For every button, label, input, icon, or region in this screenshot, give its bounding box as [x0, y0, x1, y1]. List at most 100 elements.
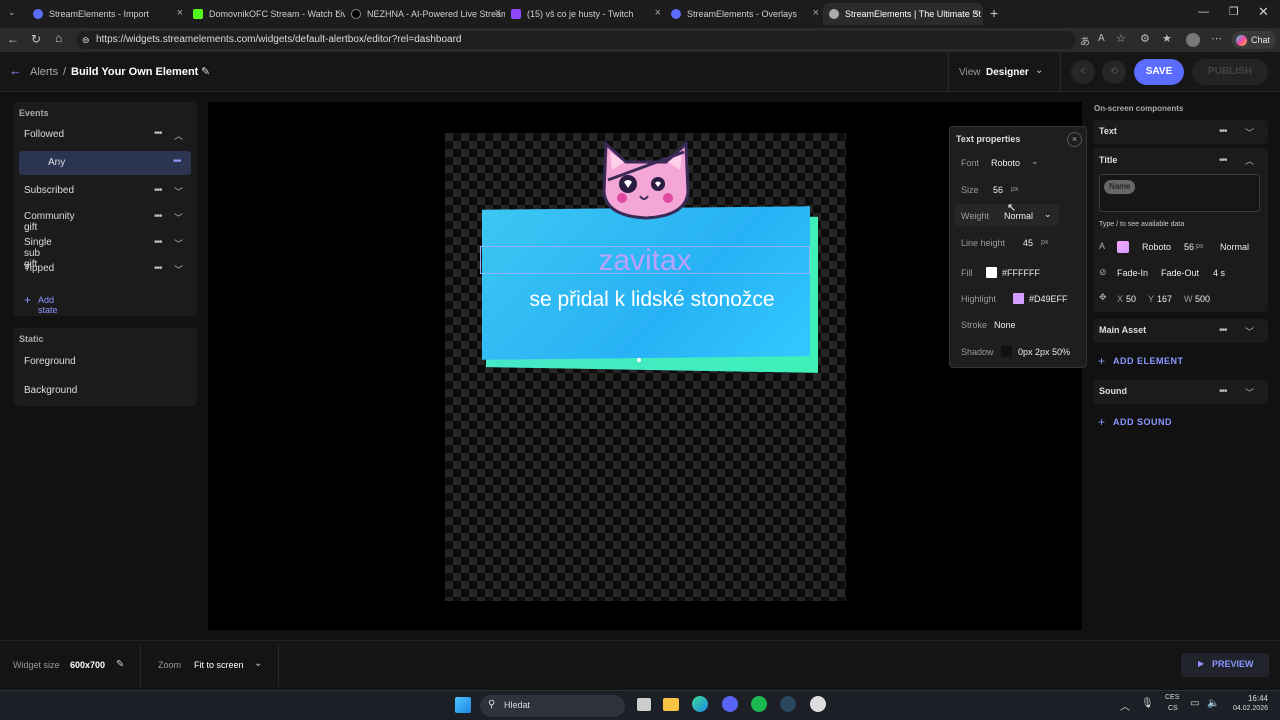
browser-tab-active[interactable]: StreamElements | The Ultimate St ×	[823, 3, 983, 25]
chevron-down-icon[interactable]: ﹀	[174, 263, 183, 276]
taskbar-search[interactable]: ⚲ Hledat	[480, 695, 625, 717]
title-text-selection[interactable]: zavitax	[480, 244, 810, 277]
network-icon[interactable]: ▭	[1190, 698, 1199, 709]
more-icon[interactable]: •••	[154, 211, 162, 222]
translate-icon[interactable]: あ	[1080, 33, 1090, 48]
more-icon[interactable]: •••	[154, 237, 162, 248]
name-variable-chip[interactable]: Name	[1104, 180, 1136, 194]
edit-pencil-icon[interactable]: ✎	[201, 65, 210, 78]
x-input[interactable]: 50	[1126, 294, 1136, 304]
chevron-down-icon[interactable]: ⌄	[1044, 209, 1052, 220]
favorite-icon[interactable]: ☆	[1116, 32, 1126, 45]
plus-icon[interactable]: +	[1098, 354, 1105, 368]
minimize-icon[interactable]: —	[1198, 6, 1209, 18]
microphone-icon[interactable]: 🎙	[1141, 698, 1154, 709]
keyboard-layout[interactable]: CS	[1168, 705, 1178, 712]
chevron-down-icon[interactable]: ﹀	[1245, 386, 1254, 399]
windows-start-icon[interactable]	[455, 697, 471, 713]
new-tab-icon[interactable]: +	[990, 5, 998, 21]
event-subscribed[interactable]: Subscribed	[24, 185, 74, 196]
more-icon[interactable]: •••	[154, 128, 162, 139]
maximize-icon[interactable]: ❐	[1229, 5, 1239, 18]
more-icon[interactable]: •••	[1219, 126, 1227, 137]
browser-tab[interactable]: StreamElements - Overlays ×	[665, 3, 823, 25]
extensions-icon[interactable]: ⚙	[1140, 32, 1150, 45]
edit-pencil-icon[interactable]: ✎	[116, 659, 124, 670]
anchor-handle[interactable]	[637, 358, 641, 362]
more-icon[interactable]: •••	[1219, 386, 1227, 397]
chevron-down-icon[interactable]: ﹀	[1245, 325, 1254, 338]
more-icon[interactable]: •••	[154, 185, 162, 196]
chevron-down-icon[interactable]: ﹀	[174, 211, 183, 224]
fade-in-select[interactable]: Fade-In	[1117, 268, 1148, 278]
state-any[interactable]: Any	[48, 157, 65, 168]
close-icon[interactable]: ×	[177, 7, 183, 19]
more-icon[interactable]: •••	[173, 156, 181, 167]
fill-value[interactable]: #FFFFFF	[1002, 268, 1040, 278]
alert-username-text[interactable]: zavitax	[598, 244, 691, 277]
chevron-up-icon[interactable]: ︿	[1245, 154, 1254, 167]
chevron-down-icon[interactable]: ﹀	[174, 237, 183, 250]
spotify-icon[interactable]	[751, 696, 767, 712]
favorites-bar-icon[interactable]: ★	[1162, 32, 1172, 45]
clock-date[interactable]: 04.02.2026	[1216, 705, 1268, 712]
shadow-value[interactable]: 0px 2px 50%	[1018, 347, 1070, 357]
publish-button[interactable]: PUBLISH	[1192, 59, 1268, 85]
close-icon[interactable]: ×	[655, 7, 661, 19]
main-asset-row[interactable]: Main Asset ••• ﹀	[1093, 319, 1268, 343]
add-state-link[interactable]: Add state	[38, 295, 58, 315]
close-icon[interactable]: ×	[495, 7, 501, 19]
shadow-swatch[interactable]	[1001, 346, 1012, 357]
clock-time[interactable]: 16:44	[1220, 694, 1268, 703]
tray-expand-icon[interactable]: ︿	[1120, 698, 1130, 713]
zoom-select[interactable]: Fit to screen	[194, 660, 244, 670]
close-popup-button[interactable]: ×	[1067, 132, 1082, 147]
preview-button[interactable]: ▶ PREVIEW	[1181, 653, 1269, 677]
highlight-swatch[interactable]	[1013, 293, 1024, 304]
reader-icon[interactable]: A	[1098, 33, 1105, 44]
close-icon[interactable]: ×	[973, 7, 979, 19]
chevron-down-icon[interactable]: ⌄	[254, 658, 262, 669]
chevron-down-icon[interactable]: ﹀	[174, 185, 183, 198]
site-info-icon[interactable]: ⊜	[82, 31, 90, 49]
plus-icon[interactable]: +	[24, 293, 31, 307]
chevron-up-icon[interactable]: ︿	[174, 129, 183, 142]
event-tipped[interactable]: Tipped	[24, 263, 54, 274]
fill-swatch[interactable]	[986, 267, 997, 278]
save-button[interactable]: SAVE	[1134, 59, 1184, 85]
title-text-input[interactable]: Name	[1099, 174, 1260, 212]
alert-card[interactable]	[482, 206, 810, 360]
chevron-down-icon[interactable]: ⌄	[1035, 65, 1043, 76]
highlight-value[interactable]: #D49EFF	[1029, 294, 1068, 304]
more-icon[interactable]: •••	[1219, 155, 1227, 166]
reload-icon[interactable]: ↻	[31, 32, 41, 46]
back-arrow-icon[interactable]: ←	[9, 63, 22, 78]
discord-icon[interactable]	[722, 696, 738, 712]
edge-icon[interactable]	[692, 696, 708, 712]
close-icon[interactable]: ×	[813, 7, 819, 19]
history-button[interactable]: ⟲	[1102, 60, 1126, 84]
stroke-value[interactable]: None	[994, 320, 1016, 330]
back-icon[interactable]: ←	[7, 32, 19, 46]
view-select[interactable]: Designer	[986, 67, 1029, 78]
tab-list-chevron-icon[interactable]: ⌄	[8, 7, 16, 18]
color-swatch[interactable]	[1117, 241, 1129, 253]
weight-summary[interactable]: Normal	[1220, 242, 1249, 252]
w-input[interactable]: 500	[1195, 294, 1210, 304]
steam-icon[interactable]	[780, 696, 796, 712]
state-any-row[interactable]	[19, 151, 191, 175]
plus-icon[interactable]: +	[1098, 415, 1105, 429]
language-indicator[interactable]: CES	[1165, 694, 1179, 701]
size-summary[interactable]: 56	[1184, 242, 1194, 252]
more-icon[interactable]: •••	[154, 263, 162, 274]
alert-message-text[interactable]: se přidal k lidské stonožce	[482, 288, 822, 312]
static-background[interactable]: Background	[24, 385, 77, 396]
sound-row[interactable]: Sound ••• ﹀	[1093, 380, 1268, 404]
font-select[interactable]: Roboto	[991, 158, 1020, 168]
home-icon[interactable]: ⌂	[55, 31, 62, 45]
fade-out-select[interactable]: Fade-Out	[1161, 268, 1199, 278]
text-layer-row[interactable]: Text ••• ﹀	[1093, 120, 1268, 144]
more-icon[interactable]: •••	[1219, 325, 1227, 336]
add-sound-button[interactable]: ADD SOUND	[1113, 417, 1172, 427]
obs-icon[interactable]	[810, 696, 826, 712]
